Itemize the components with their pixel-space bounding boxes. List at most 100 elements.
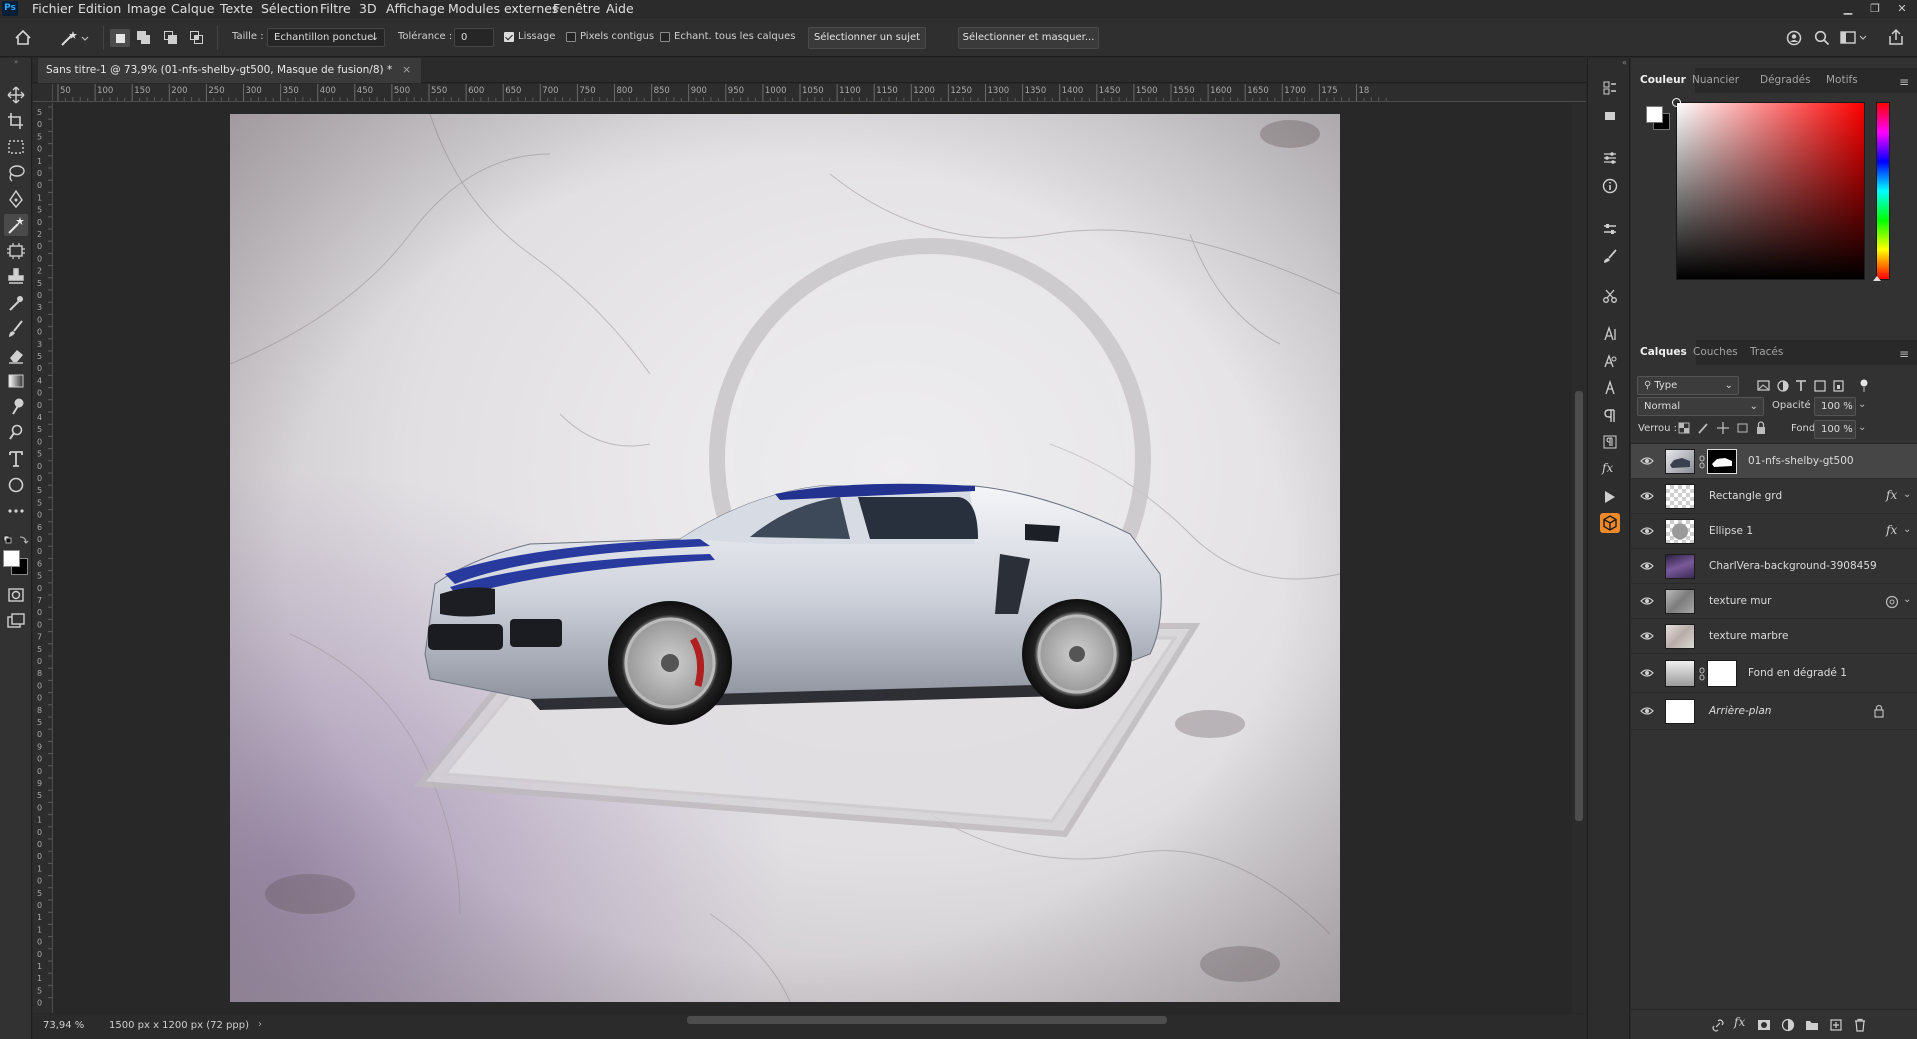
filter-smart-object-icon[interactable] <box>1833 380 1844 392</box>
move-tool[interactable] <box>4 84 28 106</box>
new-adjustment-layer-icon[interactable] <box>1781 1018 1795 1032</box>
layer-row-fond-en-degrade-1[interactable]: Fond en dégradé 1 <box>1631 654 1917 693</box>
lasso-tool[interactable] <box>4 162 28 184</box>
fill-input[interactable]: 100 % <box>1814 420 1856 439</box>
hue-slider[interactable] <box>1876 102 1890 280</box>
sample-all-layers-checkbox[interactable] <box>660 32 670 42</box>
photoshop-logo-icon[interactable]: Ps <box>2 1 18 16</box>
menu-fenetre[interactable]: Fenêtre <box>553 0 600 17</box>
frame-tool[interactable] <box>4 240 28 262</box>
expand-filters-icon[interactable]: ⌄ <box>1903 594 1911 605</box>
link-layers-icon[interactable] <box>1711 1018 1725 1032</box>
plugin-3d-icon[interactable] <box>1600 513 1620 533</box>
type-tool[interactable] <box>4 448 28 470</box>
visibility-eye-icon[interactable] <box>1640 490 1654 502</box>
horizontal-scroll-thumb[interactable] <box>687 1016 1167 1024</box>
vertical-scrollbar[interactable] <box>1572 103 1586 1013</box>
marquee-tool[interactable] <box>4 136 28 158</box>
menu-fichier[interactable]: Fichier <box>32 0 73 17</box>
layer-effects-fx-icon[interactable]: fx <box>1886 488 1897 502</box>
lock-artboard-icon[interactable] <box>1737 423 1748 433</box>
panel-foreground-swatch[interactable] <box>1646 106 1663 123</box>
timeline-play-icon[interactable] <box>1603 489 1617 505</box>
brush-tool[interactable] <box>4 318 28 340</box>
gradient-tool[interactable] <box>4 370 28 392</box>
visibility-eye-icon[interactable] <box>1640 525 1654 537</box>
crop-tool[interactable] <box>4 110 28 132</box>
layer-filter-dropdown[interactable]: ⚲ Type ⌄ <box>1637 376 1739 395</box>
layer-row-charlvera-background[interactable]: CharlVera-background-3908459 <box>1631 549 1917 584</box>
new-selection-mode-button[interactable] <box>110 29 130 47</box>
opacity-chevron-icon[interactable]: ⌄ <box>1858 399 1866 410</box>
color-field[interactable] <box>1672 98 1865 280</box>
paragraph-styles-icon[interactable] <box>1602 434 1618 450</box>
filter-shape-icon[interactable] <box>1814 380 1826 392</box>
path-selection-tool[interactable] <box>4 422 28 444</box>
delete-layer-trash-icon[interactable] <box>1853 1018 1867 1032</box>
pen-tool[interactable] <box>4 188 28 210</box>
tab-couches[interactable]: Couches <box>1687 340 1744 365</box>
layer-row-ellipse-1[interactable]: Ellipse 1 fx ⌄ <box>1631 514 1917 549</box>
antialias-checkbox[interactable] <box>504 32 514 42</box>
menu-edition[interactable]: Edition <box>78 0 121 17</box>
smart-filter-icon[interactable] <box>1885 595 1899 609</box>
paragraph-icon[interactable] <box>1602 408 1618 424</box>
tab-degrades[interactable]: Dégradés <box>1754 68 1817 93</box>
menu-selection[interactable]: Sélection <box>261 0 319 17</box>
visibility-eye-icon[interactable] <box>1640 705 1654 717</box>
share-export-icon[interactable] <box>1887 28 1905 46</box>
new-layer-icon[interactable] <box>1829 1018 1843 1032</box>
character-icon[interactable] <box>1602 326 1618 342</box>
menu-3d[interactable]: 3D <box>359 0 377 17</box>
menu-filtre[interactable]: Filtre <box>320 0 351 17</box>
expand-effects-icon[interactable]: ⌄ <box>1903 489 1911 500</box>
layer-row-arriere-plan[interactable]: Arrière-plan <box>1631 693 1917 730</box>
opacity-input[interactable]: 100 % <box>1814 397 1856 416</box>
add-selection-mode-button[interactable] <box>137 31 151 45</box>
document-canvas[interactable] <box>230 114 1340 1002</box>
horizontal-ruler[interactable]: 50 100 150 200 250 300 350 400 450 500 550 600 650 70… <box>53 84 1586 102</box>
menu-aide[interactable]: Aide <box>606 0 634 17</box>
search-icon[interactable] <box>1814 30 1830 46</box>
adjustments-icon[interactable] <box>1602 150 1618 166</box>
mask-link-icon[interactable] <box>1699 455 1705 469</box>
menu-texte[interactable]: Texte <box>220 0 253 17</box>
collapse-strip-icon[interactable]: « <box>1622 58 1630 67</box>
subtract-selection-mode-button[interactable] <box>164 31 178 45</box>
layer-mask-thumbnail[interactable] <box>1707 660 1737 687</box>
close-icon[interactable]: ✕ <box>1891 0 1913 17</box>
layer-mask-thumbnail[interactable] <box>1707 449 1737 474</box>
layer-locked-icon[interactable] <box>1873 704 1885 718</box>
foreground-color-swatch[interactable] <box>3 550 20 567</box>
size-dropdown[interactable]: Echantillon ponctuel ⌄ <box>267 28 385 47</box>
eraser-tool[interactable] <box>4 344 28 366</box>
share-user-icon[interactable] <box>1786 30 1802 46</box>
horizontal-scrollbar[interactable] <box>269 1014 1586 1026</box>
filter-pixel-icon[interactable] <box>1757 380 1770 391</box>
fill-chevron-icon[interactable]: ⌄ <box>1858 422 1866 433</box>
history-icon[interactable] <box>1602 80 1618 96</box>
layers-panel-menu-icon[interactable]: ≡ <box>1899 347 1909 361</box>
actions-icon[interactable] <box>1602 108 1618 124</box>
edit-toolbar[interactable] <box>4 500 28 522</box>
magic-wand-preset-icon[interactable] <box>60 29 90 47</box>
ruler-origin[interactable] <box>33 84 53 102</box>
mask-link-icon[interactable] <box>1699 667 1705 681</box>
info-icon[interactable] <box>1602 178 1618 194</box>
dodge-tool[interactable] <box>4 396 28 418</box>
lock-all-icon[interactable] <box>1757 421 1765 434</box>
contiguous-checkbox[interactable] <box>566 32 576 42</box>
clone-source-icon[interactable] <box>1602 288 1618 304</box>
filter-toggle-icon[interactable] <box>1860 379 1868 393</box>
collapse-toolbar-icon[interactable]: » <box>0 58 32 66</box>
eyedropper-tool[interactable] <box>4 292 28 314</box>
lock-transparency-icon[interactable] <box>1678 422 1690 434</box>
quick-mask-button[interactable] <box>4 584 28 606</box>
styles-fx-icon[interactable]: fx <box>1602 461 1613 475</box>
menu-modules-externes[interactable]: Modules externes <box>448 0 558 17</box>
magic-wand-tool[interactable] <box>4 214 28 236</box>
tab-traces[interactable]: Tracés <box>1744 340 1789 365</box>
lock-pixels-icon[interactable] <box>1698 423 1708 434</box>
vertical-ruler[interactable]: 5 0 5 0 1 0 0 1 5 0 2 0 0 2 5 0 3 0 0 3 5 0 4 0 0 4 5 0 5 0 0 5 5 0 6 0 0 6 5 0… <box>33 103 53 1013</box>
character-styles-icon[interactable] <box>1602 380 1618 396</box>
